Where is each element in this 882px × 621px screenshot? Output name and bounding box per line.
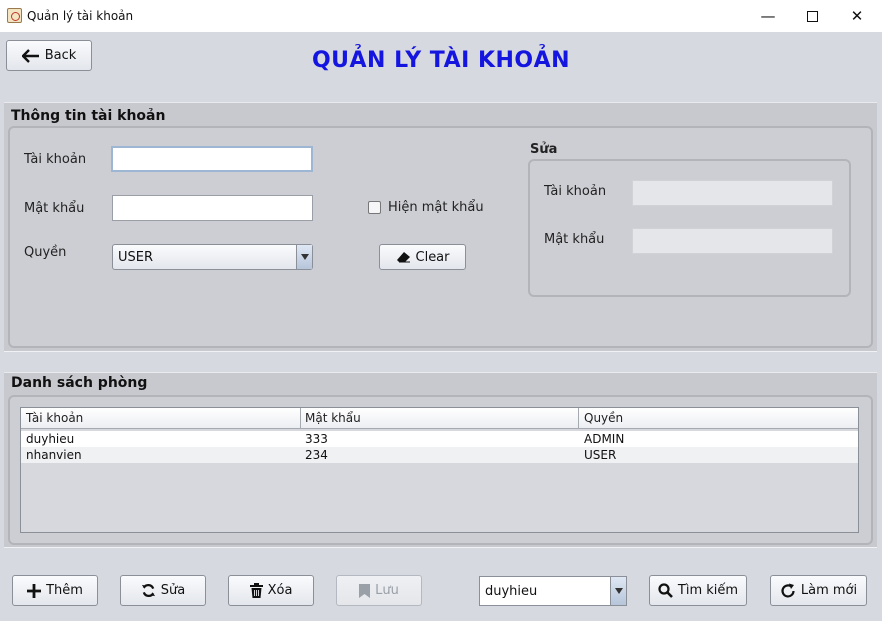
page-title: QUẢN LÝ TÀI KHOẢN <box>311 48 571 73</box>
save-button[interactable]: Lưu <box>336 575 422 606</box>
cell-username: nhanvien <box>26 448 82 462</box>
java-app-icon <box>7 8 22 23</box>
column-header-password[interactable]: Mật khẩu <box>305 411 361 425</box>
add-label: Thêm <box>46 583 83 598</box>
plus-icon <box>27 583 42 598</box>
cell-username: duyhieu <box>26 432 75 446</box>
search-account-select[interactable]: duyhieu <box>479 576 627 606</box>
search-select-value: duyhieu <box>485 584 538 599</box>
search-button[interactable]: Tìm kiếm <box>649 575 747 606</box>
role-select[interactable]: USER <box>112 244 313 270</box>
chevron-down-icon[interactable] <box>610 577 626 605</box>
column-divider <box>300 408 301 429</box>
edit-password-label: Mật khẩu <box>544 232 605 247</box>
reload-icon <box>781 583 795 597</box>
clear-label: Clear <box>415 249 450 265</box>
table-row[interactable]: nhanvien 234 USER <box>21 447 858 463</box>
refresh-label: Làm mới <box>800 583 858 598</box>
column-header-role[interactable]: Quyền <box>584 411 623 425</box>
cell-password: 333 <box>305 432 328 446</box>
clear-button[interactable]: Clear <box>379 244 466 270</box>
delete-label: Xóa <box>267 583 293 598</box>
edit-password-field <box>632 228 833 254</box>
role-value: USER <box>118 250 154 265</box>
bookmark-icon <box>359 583 371 598</box>
refresh-button[interactable]: Làm mới <box>770 575 867 606</box>
edit-label: Sửa <box>160 583 186 598</box>
trash-icon <box>249 583 263 598</box>
cell-role: ADMIN <box>584 432 625 446</box>
account-info-panel: Thông tin tài khoản Tài khoản Mật khẩu H… <box>4 102 877 352</box>
search-label: Tìm kiếm <box>677 583 739 598</box>
maximize-button[interactable] <box>789 0 835 32</box>
window-titlebar: Quản lý tài khoản — ✕ <box>0 0 882 32</box>
edit-box-title: Sửa <box>530 142 558 157</box>
username-input[interactable] <box>111 146 313 172</box>
account-list-title: Danh sách phòng <box>11 375 148 391</box>
search-icon <box>658 583 673 598</box>
edit-username-field <box>632 180 833 206</box>
cell-role: USER <box>584 448 617 462</box>
close-button[interactable]: ✕ <box>834 0 880 32</box>
edit-button[interactable]: Sửa <box>120 575 206 606</box>
account-table[interactable]: Tài khoản Mật khẩu Quyền duyhieu 333 ADM… <box>20 407 859 533</box>
password-input[interactable] <box>112 195 313 221</box>
chevron-down-icon[interactable] <box>296 245 312 269</box>
add-button[interactable]: Thêm <box>12 575 98 606</box>
table-row[interactable]: duyhieu 333 ADMIN <box>21 431 858 447</box>
role-label: Quyền <box>24 245 67 260</box>
save-label: Lưu <box>375 583 399 598</box>
delete-button[interactable]: Xóa <box>228 575 314 606</box>
column-header-username[interactable]: Tài khoản <box>26 411 83 425</box>
table-header: Tài khoản Mật khẩu Quyền <box>21 408 858 429</box>
eraser-icon <box>396 252 410 263</box>
account-info-title: Thông tin tài khoản <box>11 108 166 124</box>
show-password-checkbox[interactable] <box>368 201 381 214</box>
column-divider <box>578 408 579 429</box>
window-title: Quản lý tài khoản <box>27 9 134 23</box>
cell-password: 234 <box>305 448 328 462</box>
main-content: Back QUẢN LÝ TÀI KHOẢN Thông tin tài kho… <box>0 32 882 621</box>
edit-username-label: Tài khoản <box>544 184 607 199</box>
username-label: Tài khoản <box>24 152 87 167</box>
refresh-icon <box>141 583 155 598</box>
minimize-button[interactable]: — <box>745 0 791 32</box>
maximize-icon <box>806 11 818 22</box>
show-password-label: Hiện mật khẩu <box>388 200 484 215</box>
password-label: Mật khẩu <box>24 201 85 216</box>
